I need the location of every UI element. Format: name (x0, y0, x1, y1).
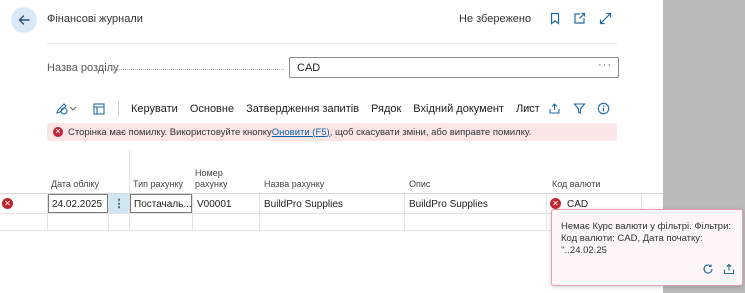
col-header-posting-date[interactable]: Дата обліку (51, 179, 99, 190)
action-bar: Керувати Основне Затвердження запитів Ря… (131, 99, 552, 119)
error-banner: ✕ Сторінка має помилку. Використовуйте к… (47, 123, 617, 141)
row-error-icon[interactable]: ✕ (2, 198, 13, 209)
arrow-left-icon (18, 15, 30, 25)
refresh-icon[interactable] (702, 262, 714, 280)
share-error-icon[interactable] (723, 262, 735, 280)
section-name-label: Назва розділу (47, 62, 119, 74)
error-text-after: , щоб скасувати зміни, або виправте поми… (329, 126, 532, 138)
error-tooltip: Немає Курс валюти у фільтрі. Фільтри: Ко… (551, 209, 743, 286)
refresh-link[interactable]: Оновити (F5) (272, 127, 330, 138)
account-no-value[interactable]: V00001 (197, 199, 231, 210)
page-title: Фінансові журнали (47, 13, 143, 25)
back-button[interactable] (11, 7, 37, 33)
col-header-account-name[interactable]: Назва рахунку (264, 179, 324, 190)
section-name-value: CAD (297, 62, 321, 74)
tooltip-line-1: Немає Курс валюти у фільтрі. Фільтри: (561, 221, 732, 232)
tooltip-line-2: Код валюти: CAD, Дата початку: (561, 233, 703, 244)
col-header-account-no-line1: Номер (195, 168, 223, 178)
tooltip-line-3: ''..24.02.25 (561, 245, 607, 256)
error-text-before: Сторінка має помилку. Використовуйте кно… (68, 126, 272, 138)
action-request-approval[interactable]: Затвердження запитів (246, 103, 359, 115)
currency-error-icon: ✕ (550, 198, 561, 209)
action-manage[interactable]: Керувати (131, 103, 178, 115)
account-name-value[interactable]: BuildPro Supplies (264, 199, 343, 210)
filter-icon[interactable] (573, 102, 586, 120)
section-name-more-button[interactable]: ··· (598, 59, 612, 71)
account-type-value: Постачаль... (134, 199, 192, 210)
posting-date-value: 24.02.2025 (52, 199, 103, 210)
more-actions-button[interactable]: ··· (524, 101, 535, 113)
bookmark-icon[interactable] (547, 10, 563, 26)
edit-list-icon (56, 103, 77, 115)
account-type-cell[interactable]: Постачаль... (130, 194, 192, 213)
row-menu-button[interactable]: ⋮ (109, 194, 129, 213)
col-header-currency-code[interactable]: Код валюти (552, 179, 600, 190)
section-name-field[interactable]: CAD ··· (289, 57, 619, 78)
open-new-window-icon[interactable] (571, 10, 587, 26)
col-header-account-type[interactable]: Тип рахунку (133, 179, 183, 190)
action-line[interactable]: Рядок (371, 103, 401, 115)
posting-date-cell[interactable]: 24.02.2025 (48, 194, 108, 213)
layout-icon (93, 103, 105, 115)
col-header-account-no-line2: рахунку (195, 179, 228, 189)
share-icon[interactable] (548, 102, 561, 120)
action-main[interactable]: Основне (190, 103, 234, 115)
description-value[interactable]: BuildPro Supplies (409, 199, 488, 210)
save-status: Не збережено (459, 13, 532, 25)
info-icon[interactable] (597, 102, 610, 120)
tooltip-message: Немає Курс валюти у фільтрі. Фільтри: Ко… (561, 221, 736, 257)
col-header-description[interactable]: Опис (409, 179, 430, 190)
action-separator (118, 101, 119, 117)
col-header-account-no[interactable]: Номер рахунку (195, 168, 228, 190)
label-leader-dots (112, 69, 284, 70)
edit-list-button[interactable] (55, 102, 81, 116)
expand-icon[interactable] (597, 10, 613, 26)
view-layout-button[interactable] (92, 102, 106, 116)
error-icon: ✕ (53, 127, 63, 137)
header-divider (47, 43, 617, 44)
action-incoming-document[interactable]: Вхідний документ (413, 103, 504, 115)
